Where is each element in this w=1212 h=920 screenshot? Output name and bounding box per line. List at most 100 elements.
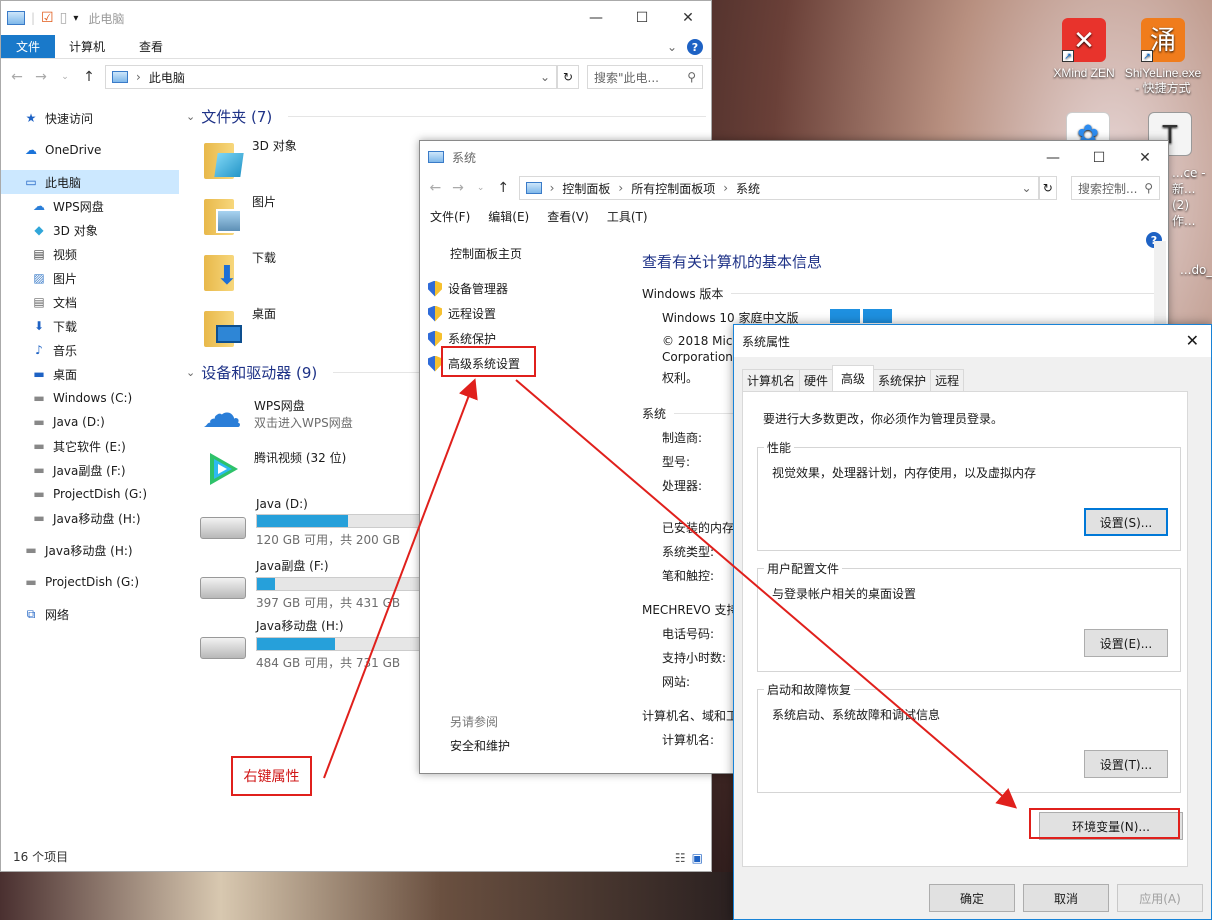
computer-icon	[7, 11, 25, 25]
download-icon: ⬇	[33, 319, 45, 333]
nav-item-3[interactable]: ☁ WPS网盘	[1, 194, 179, 218]
computer-icon	[112, 71, 128, 83]
recent-dropdown-icon[interactable]: ⌄	[57, 72, 73, 82]
recent-dropdown-icon[interactable]: ⌄	[473, 183, 488, 193]
drive-icon: ▬	[33, 511, 45, 525]
breadcrumb-system[interactable]: 系统	[736, 180, 760, 197]
tencent-video-icon	[198, 449, 246, 489]
nav-item-15[interactable]: ▬ ProjectDish (G:)	[1, 482, 179, 506]
system-address-bar[interactable]: › 控制面板 › 所有控制面板项 › 系统 ⌄	[518, 176, 1039, 200]
chevron-down-icon: ⌄	[186, 109, 196, 123]
minimize-button[interactable]: —	[573, 1, 619, 35]
quick-access-divider: |	[31, 11, 36, 25]
tab-remote[interactable]: 远程	[930, 369, 965, 391]
maximize-button[interactable]: ☐	[619, 1, 665, 35]
nav-item-14[interactable]: ▬ Java副盘 (F:)	[1, 458, 179, 482]
breadcrumb-all-items[interactable]: 所有控制面板项	[631, 180, 715, 197]
admin-note: 要进行大多数更改，你必须作为管理员登录。	[763, 412, 1004, 426]
ribbon-tab-computer[interactable]: 计算机	[55, 35, 125, 58]
ribbon-tab-file[interactable]: 文件	[1, 35, 55, 58]
refresh-icon[interactable]: ↻	[557, 65, 579, 89]
menu-edit[interactable]: 编辑(E)	[488, 208, 529, 225]
nav-item-19[interactable]: ⧉ 网络	[1, 602, 179, 626]
nav-item-7[interactable]: ▤ 文档	[1, 290, 179, 314]
nav-item-5[interactable]: ▤ 视频	[1, 242, 179, 266]
properties-icon[interactable]: ☑	[41, 10, 54, 26]
user-profile-settings-button[interactable]: 设置(E)...	[1084, 629, 1168, 657]
nav-item-8[interactable]: ⬇ 下载	[1, 314, 179, 338]
performance-settings-button[interactable]: 设置(S)...	[1084, 508, 1168, 536]
control-panel-home-link[interactable]: 控制面板主页	[428, 241, 630, 266]
help-icon[interactable]: ?	[687, 39, 703, 55]
nav-item-4[interactable]: ◆ 3D 对象	[1, 218, 179, 242]
picture-folder-icon	[204, 193, 244, 237]
back-icon[interactable]: ←	[9, 69, 25, 85]
system-search-box[interactable]: 搜索控制... ⚲	[1071, 176, 1161, 200]
up-icon[interactable]: ↑	[81, 69, 97, 85]
new-folder-icon[interactable]: ▯	[60, 10, 68, 26]
tab-advanced[interactable]: 高级	[832, 365, 875, 391]
startup-settings-button[interactable]: 设置(T)...	[1084, 750, 1168, 778]
security-maintenance-link[interactable]: 安全和维护	[428, 734, 630, 758]
nav-item-18[interactable]: ▬ ProjectDish (G:)	[1, 570, 179, 594]
desktop-partial-labels: ...ce - 新... (2) 作...	[1172, 166, 1206, 228]
nav-item-11[interactable]: ▬ Windows (C:)	[1, 386, 179, 410]
ribbon-tab-view[interactable]: 查看	[125, 35, 183, 58]
nav-item-1[interactable]: ☁ OneDrive	[1, 138, 179, 162]
menu-tools[interactable]: 工具(T)	[607, 208, 648, 225]
tab-system-protection[interactable]: 系统保护	[873, 369, 932, 391]
nav-item-12[interactable]: ▬ Java (D:)	[1, 410, 179, 434]
shield-icon	[428, 355, 442, 372]
nav-item-17[interactable]: ▬ Java移动盘 (H:)	[1, 538, 179, 562]
forward-icon[interactable]: →	[33, 69, 49, 85]
properties-titlebar: 系统属性 ✕	[734, 325, 1211, 357]
drive-icon	[200, 637, 246, 659]
drive-icon: ▬	[33, 415, 45, 429]
refresh-icon[interactable]: ↻	[1038, 176, 1058, 200]
network-icon: ⧉	[26, 606, 36, 621]
address-dropdown-icon[interactable]: ⌄	[540, 70, 550, 84]
shield-icon	[428, 330, 442, 347]
desktop-icon-xmind[interactable]: ✕ ↗ XMind ZEN	[1044, 18, 1124, 81]
nav-item-0[interactable]: ★ 快速访问	[1, 106, 179, 130]
tab-computer-name[interactable]: 计算机名	[742, 369, 801, 391]
cancel-button[interactable]: 取消	[1023, 884, 1109, 912]
folders-group-header[interactable]: ⌄ 文件夹 (7)	[186, 101, 706, 131]
system-icon	[428, 151, 444, 163]
close-button[interactable]: ✕	[1122, 141, 1168, 175]
nav-item-16[interactable]: ▬ Java移动盘 (H:)	[1, 506, 179, 530]
details-view-icon[interactable]: ☷	[675, 851, 686, 865]
address-bar[interactable]: › 此电脑 ⌄	[105, 65, 557, 89]
nav-item-9[interactable]: ♪ 音乐	[1, 338, 179, 362]
chevron-down-icon[interactable]: ⌄	[667, 35, 677, 58]
nav-item-10[interactable]: ▬ 桌面	[1, 362, 179, 386]
remote-settings-link[interactable]: 远程设置	[428, 301, 630, 326]
maximize-button[interactable]: ☐	[1076, 141, 1122, 175]
drive-usage-fill	[257, 515, 349, 527]
see-also-label: 另请参阅	[450, 715, 499, 729]
device-manager-link[interactable]: 设备管理器	[428, 276, 630, 301]
nav-item-13[interactable]: ▬ 其它软件 (E:)	[1, 434, 179, 458]
drive-icon: ▬	[25, 575, 37, 589]
menu-view[interactable]: 查看(V)	[547, 208, 589, 225]
dropdown-icon[interactable]: ▾	[73, 13, 78, 24]
breadcrumb-control-panel[interactable]: 控制面板	[562, 180, 610, 197]
explorer-title: 此电脑	[88, 11, 125, 26]
close-button[interactable]: ✕	[665, 1, 711, 35]
apply-button[interactable]: 应用(A)	[1117, 884, 1203, 912]
up-icon[interactable]: ↑	[496, 180, 511, 196]
tab-hardware[interactable]: 硬件	[799, 369, 834, 391]
back-icon[interactable]: ←	[428, 180, 443, 196]
close-icon[interactable]: ✕	[1186, 331, 1199, 350]
search-box[interactable]: 搜索"此电... ⚲	[587, 65, 703, 89]
forward-icon[interactable]: →	[451, 180, 466, 196]
ok-button[interactable]: 确定	[929, 884, 1015, 912]
menu-file[interactable]: 文件(F)	[430, 208, 470, 225]
large-icons-view-icon[interactable]: ▣	[692, 851, 703, 865]
nav-item-6[interactable]: ▨ 图片	[1, 266, 179, 290]
system-address-row: ← → ⌄ ↑ › 控制面板 › 所有控制面板项 › 系统 ⌄ ↻ 搜索控制..…	[420, 173, 1168, 203]
minimize-button[interactable]: —	[1030, 141, 1076, 175]
address-dropdown-icon[interactable]: ⌄	[1022, 181, 1032, 195]
nav-item-2[interactable]: ▭ 此电脑	[1, 170, 179, 194]
desktop-icon-shiyeline[interactable]: 涌 ↗ ShiYeLine.exe - 快捷方式	[1123, 18, 1203, 96]
